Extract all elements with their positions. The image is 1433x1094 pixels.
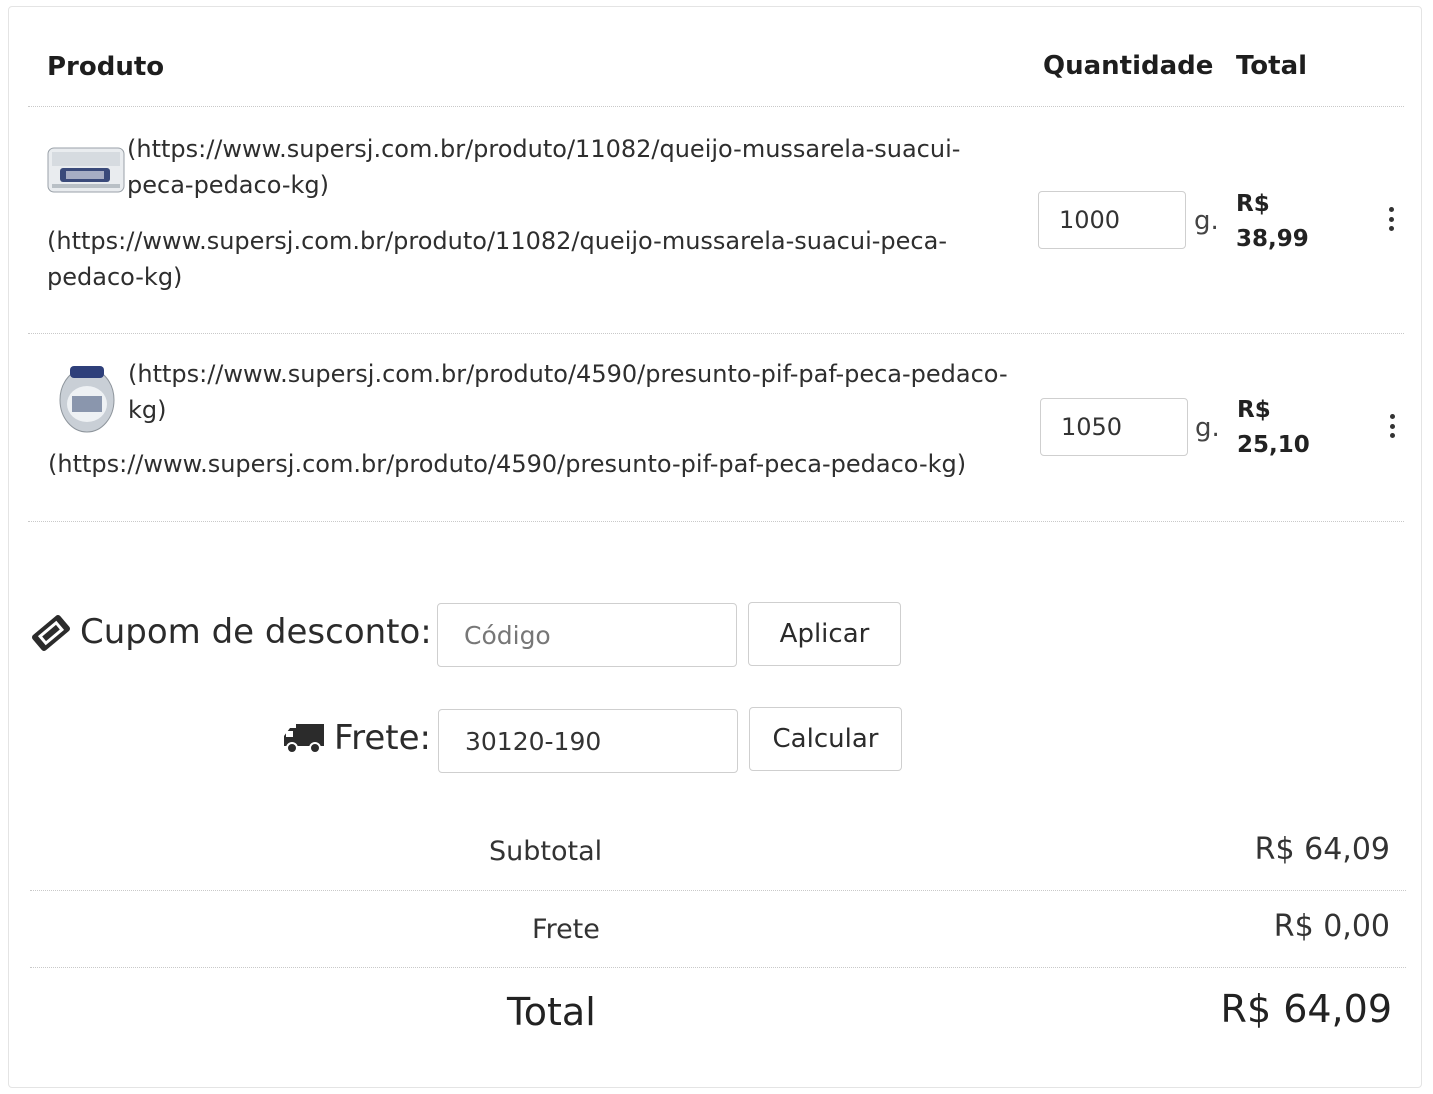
- truck-icon: [282, 720, 326, 756]
- subtotal-label: Subtotal: [489, 836, 603, 867]
- product-name-link[interactable]: (https://www.supersj.com.br/produto/1108…: [47, 223, 987, 295]
- zipcode-input[interactable]: [438, 709, 738, 773]
- subtotal-value: R$ 64,09: [1254, 832, 1390, 867]
- shipping-cost-label: Frete: [532, 914, 600, 945]
- product-thumbnail-cheese[interactable]: [46, 140, 126, 196]
- summary-divider: [30, 890, 1406, 891]
- summary-divider: [30, 967, 1406, 968]
- unit-label: g.: [1194, 206, 1219, 236]
- header-product: Produto: [47, 52, 165, 82]
- product-thumbnail-ham[interactable]: [58, 360, 116, 434]
- shipping-label: Frete:: [334, 718, 431, 758]
- quantity-input[interactable]: [1040, 398, 1188, 456]
- quantity-input[interactable]: [1038, 191, 1186, 249]
- shipping-cost-value: R$ 0,00: [1273, 909, 1390, 944]
- coupon-code-input[interactable]: [437, 603, 737, 667]
- price-currency: R$: [1237, 397, 1271, 423]
- header-total: Total: [1236, 51, 1308, 81]
- header-divider: [28, 106, 1404, 107]
- unit-label: g.: [1195, 413, 1220, 443]
- price-currency: R$: [1236, 191, 1270, 217]
- calculate-shipping-button[interactable]: Calcular: [749, 707, 902, 771]
- more-options-icon[interactable]: [1386, 207, 1396, 231]
- price-value: 25,10: [1237, 432, 1310, 458]
- price-value: 38,99: [1236, 226, 1309, 252]
- header-quantity: Quantidade: [1043, 51, 1214, 81]
- row-divider: [28, 333, 1404, 334]
- total-label: Total: [507, 990, 596, 1034]
- more-options-icon[interactable]: [1387, 414, 1397, 438]
- ticket-icon: [30, 613, 72, 653]
- total-value: R$ 64,09: [1220, 987, 1392, 1031]
- product-name-link[interactable]: (https://www.supersj.com.br/produto/4590…: [48, 446, 1008, 482]
- coupon-label: Cupom de desconto:: [80, 612, 432, 652]
- apply-coupon-button[interactable]: Aplicar: [748, 602, 901, 666]
- product-image-link[interactable]: (https://www.supersj.com.br/produto/1108…: [127, 131, 1007, 203]
- row-divider: [28, 521, 1404, 522]
- product-image-link[interactable]: (https://www.supersj.com.br/produto/4590…: [128, 356, 1008, 428]
